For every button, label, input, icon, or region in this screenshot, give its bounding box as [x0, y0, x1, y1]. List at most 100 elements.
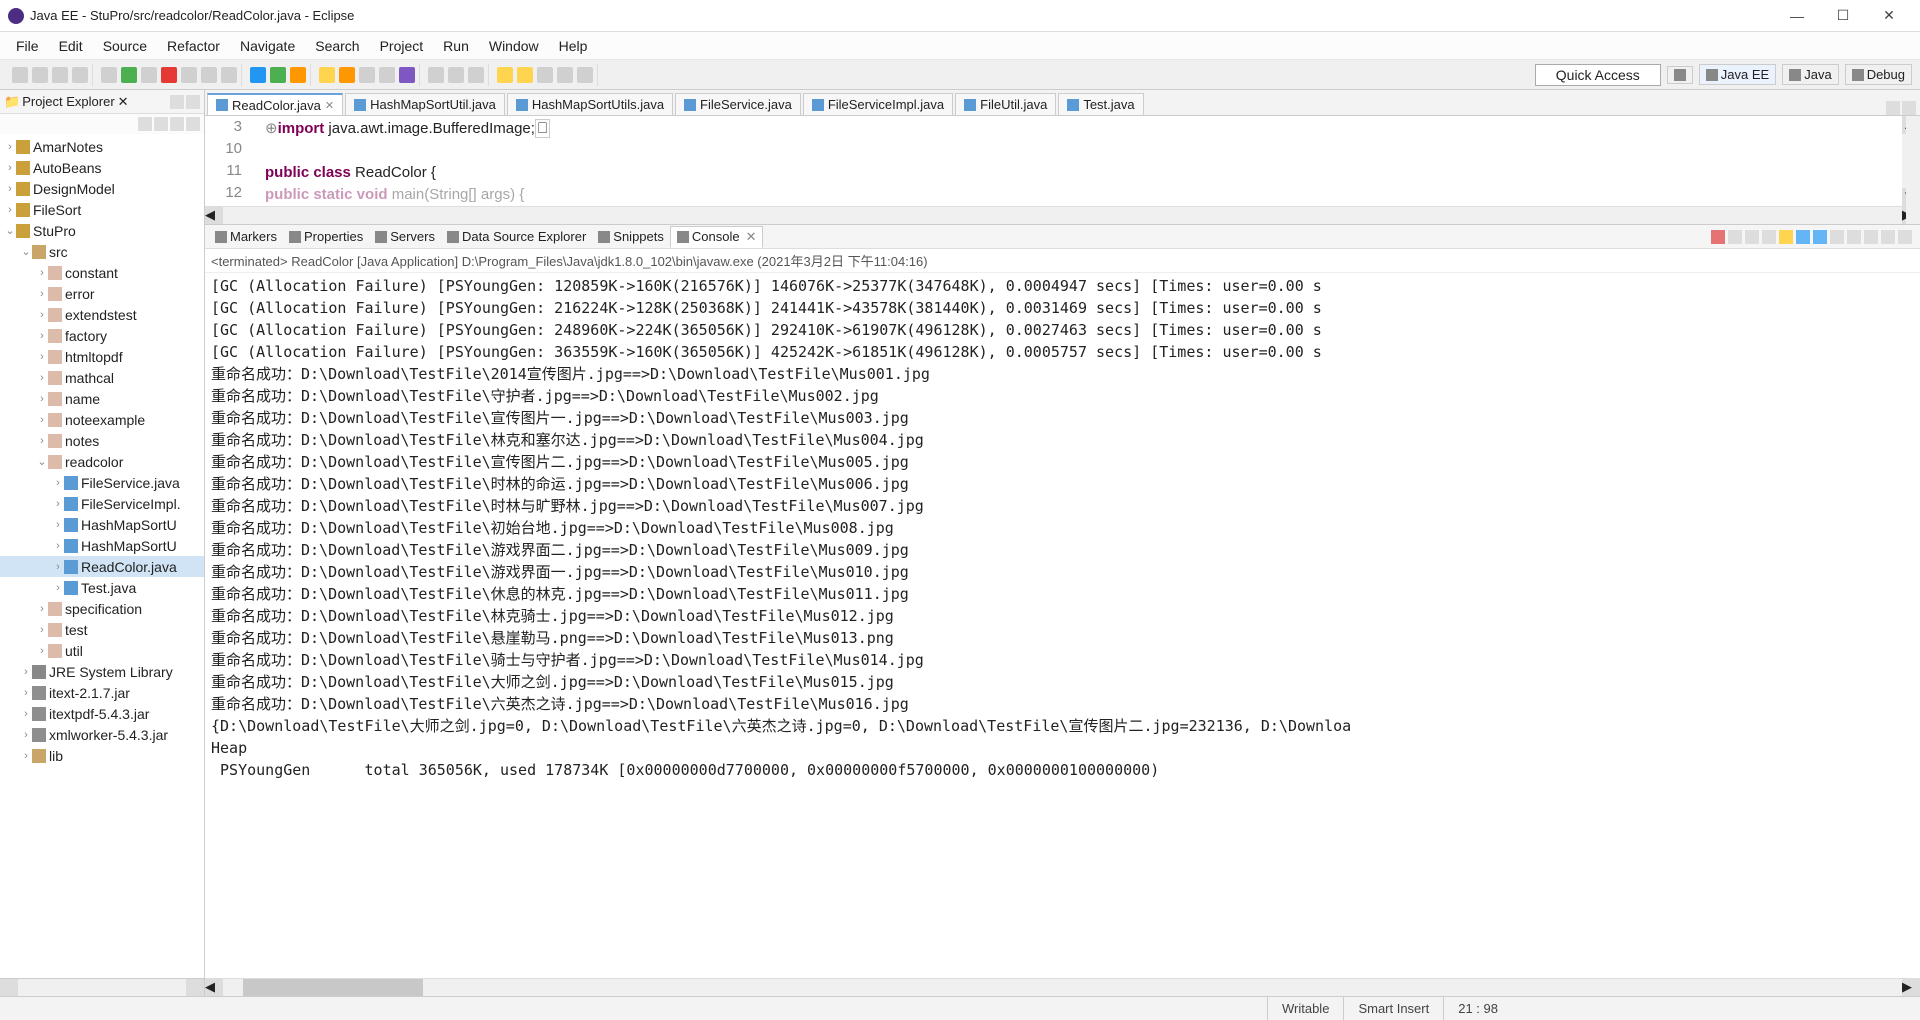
- tree-item-amarnotes[interactable]: ›AmarNotes: [0, 136, 204, 157]
- tree-item-test[interactable]: ›test: [0, 619, 204, 640]
- collapse-all-button[interactable]: [138, 117, 152, 131]
- tree-item-readcolor[interactable]: ⌄readcolor: [0, 451, 204, 472]
- console-maximize-button[interactable]: [1898, 230, 1912, 244]
- resume-button[interactable]: [121, 67, 137, 83]
- view-maximize-button[interactable]: [186, 95, 200, 109]
- open-type-button[interactable]: [359, 67, 375, 83]
- tree-item-notes[interactable]: ›notes: [0, 430, 204, 451]
- tree-item-itextpdf-5-4-3-jar[interactable]: ›itextpdf-5.4.3.jar: [0, 703, 204, 724]
- tree-item-name[interactable]: ›name: [0, 388, 204, 409]
- tree-item-test-java[interactable]: ›Test.java: [0, 577, 204, 598]
- quick-access-field[interactable]: Quick Access: [1535, 64, 1661, 86]
- step-into-button[interactable]: [181, 67, 197, 83]
- tab-console[interactable]: Console✕: [670, 226, 764, 248]
- view-menu-button[interactable]: [186, 117, 200, 131]
- tree-item-stupro[interactable]: ⌄StuPro: [0, 220, 204, 241]
- new-package-button[interactable]: [319, 67, 335, 83]
- tree-item-error[interactable]: ›error: [0, 283, 204, 304]
- tree-item-factory[interactable]: ›factory: [0, 325, 204, 346]
- tree-item-util[interactable]: ›util: [0, 640, 204, 661]
- terminate-button[interactable]: [161, 67, 177, 83]
- tree-item-filesort[interactable]: ›FileSort: [0, 199, 204, 220]
- display-selected-button[interactable]: [1847, 230, 1861, 244]
- debug-button[interactable]: [250, 67, 266, 83]
- nav-fwd-button[interactable]: [577, 67, 593, 83]
- focus-task-button[interactable]: [170, 117, 184, 131]
- run-button[interactable]: [270, 67, 286, 83]
- perspective-javaee[interactable]: Java EE: [1699, 64, 1776, 85]
- last-edit-button[interactable]: [537, 67, 553, 83]
- tab-markers[interactable]: Markers: [209, 226, 283, 248]
- clear-console-button[interactable]: [1762, 230, 1776, 244]
- show-console-button[interactable]: [1813, 230, 1827, 244]
- save-all-button[interactable]: [52, 67, 68, 83]
- sidebar-hscrollbar[interactable]: [0, 978, 204, 996]
- step-return-button[interactable]: [221, 67, 237, 83]
- menu-file[interactable]: File: [16, 38, 39, 54]
- close-tab-icon[interactable]: ✕: [325, 99, 334, 112]
- back-button[interactable]: [497, 67, 513, 83]
- new-server-button[interactable]: [428, 67, 444, 83]
- tree-item-hashmapsortu[interactable]: ›HashMapSortU: [0, 514, 204, 535]
- open-perspective-button[interactable]: [1667, 66, 1693, 84]
- tree-item-itext-2-1-7-jar[interactable]: ›itext-2.1.7.jar: [0, 682, 204, 703]
- terminate-console-button[interactable]: [1711, 230, 1725, 244]
- console-output[interactable]: [GC (Allocation Failure) [PSYoungGen: 12…: [205, 273, 1920, 978]
- menu-edit[interactable]: Edit: [59, 38, 83, 54]
- perspective-java[interactable]: Java: [1782, 64, 1838, 85]
- menu-run[interactable]: Run: [443, 38, 469, 54]
- editor-hscrollbar[interactable]: ◀▶: [205, 206, 1920, 224]
- close-button[interactable]: ✕: [1866, 7, 1912, 24]
- pin-console-button[interactable]: [1830, 230, 1844, 244]
- menu-navigate[interactable]: Navigate: [240, 38, 295, 54]
- tab-servers[interactable]: Servers: [369, 226, 441, 248]
- editor-maximize-button[interactable]: [1902, 101, 1916, 115]
- new-ejb-button[interactable]: [448, 67, 464, 83]
- perspective-debug[interactable]: Debug: [1845, 64, 1912, 85]
- remove-all-button[interactable]: [1745, 230, 1759, 244]
- editor-minimize-button[interactable]: [1886, 101, 1900, 115]
- tree-item-extendstest[interactable]: ›extendstest: [0, 304, 204, 325]
- maximize-button[interactable]: ☐: [1820, 7, 1866, 24]
- code-editor[interactable]: 3 10 11 12 ⊕import java.awt.image.Buffer…: [205, 116, 1920, 206]
- tree-item-noteexample[interactable]: ›noteexample: [0, 409, 204, 430]
- tree-item-lib[interactable]: ›lib: [0, 745, 204, 766]
- menu-project[interactable]: Project: [380, 38, 424, 54]
- print-button[interactable]: [72, 67, 88, 83]
- forward-button[interactable]: [517, 67, 533, 83]
- open-console-button[interactable]: [1864, 230, 1878, 244]
- tree-item-hashmapsortu[interactable]: ›HashMapSortU: [0, 535, 204, 556]
- view-minimize-button[interactable]: [170, 95, 184, 109]
- tree-item-specification[interactable]: ›specification: [0, 598, 204, 619]
- tree-item-constant[interactable]: ›constant: [0, 262, 204, 283]
- search-button[interactable]: [379, 67, 395, 83]
- scroll-lock-button[interactable]: [1779, 230, 1793, 244]
- new-class-button[interactable]: [339, 67, 355, 83]
- editor-tab-readcolor-java[interactable]: ReadColor.java✕: [207, 93, 343, 115]
- tree-item-jre-system-library[interactable]: ›JRE System Library: [0, 661, 204, 682]
- link-editor-button[interactable]: [154, 117, 168, 131]
- console-minimize-button[interactable]: [1881, 230, 1895, 244]
- tree-item-htmltopdf[interactable]: ›htmltopdf: [0, 346, 204, 367]
- menu-search[interactable]: Search: [315, 38, 359, 54]
- menu-refactor[interactable]: Refactor: [167, 38, 220, 54]
- step-over-button[interactable]: [201, 67, 217, 83]
- menu-window[interactable]: Window: [489, 38, 539, 54]
- tab-properties[interactable]: Properties: [283, 226, 369, 248]
- editor-tab-fileutil-java[interactable]: FileUtil.java: [955, 93, 1056, 115]
- save-button[interactable]: [32, 67, 48, 83]
- tab-snippets[interactable]: Snippets: [592, 226, 670, 248]
- menu-help[interactable]: Help: [559, 38, 588, 54]
- tree-item-autobeans[interactable]: ›AutoBeans: [0, 157, 204, 178]
- nav-back-button[interactable]: [557, 67, 573, 83]
- console-hscrollbar[interactable]: ◀▶: [205, 978, 1920, 996]
- coverage-button[interactable]: [290, 67, 306, 83]
- tree-item-mathcal[interactable]: ›mathcal: [0, 367, 204, 388]
- minimize-button[interactable]: —: [1774, 8, 1820, 24]
- editor-tab-fileservice-java[interactable]: FileService.java: [675, 93, 801, 115]
- tree-item-xmlworker-5-4-3-jar[interactable]: ›xmlworker-5.4.3.jar: [0, 724, 204, 745]
- new-web-button[interactable]: [468, 67, 484, 83]
- suspend-button[interactable]: [141, 67, 157, 83]
- editor-tab-test-java[interactable]: Test.java: [1058, 93, 1143, 115]
- tree-item-src[interactable]: ⌄src: [0, 241, 204, 262]
